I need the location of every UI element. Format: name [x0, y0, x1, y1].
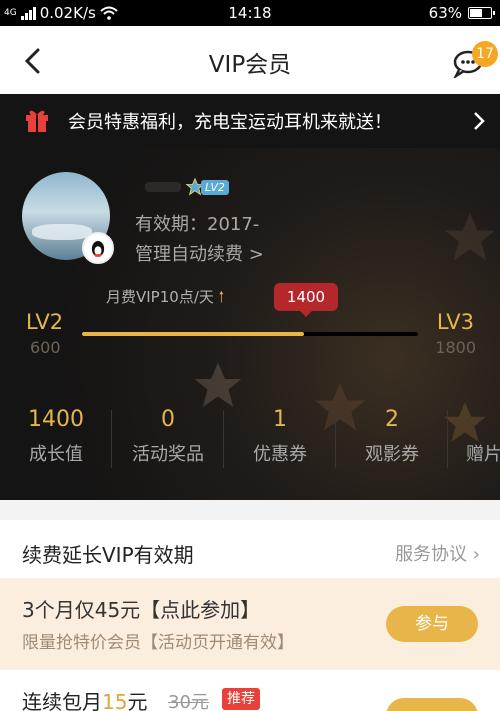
stat-label: 赠片	[466, 444, 500, 465]
special-offer[interactable]: 3个月仅45元【点此参加】 限量抢特价会员【活动页开通有效】 参与	[0, 578, 500, 670]
current-points-bubble: 1400	[274, 283, 338, 317]
stat-value: 2	[385, 407, 399, 432]
offer-subtitle: 限量抢特价会员【活动页开通有效】	[22, 633, 294, 653]
renew-section-header: 续费延长VIP有效期 服务协议 ›	[0, 520, 500, 578]
stat-gift-films[interactable]: 赠片	[448, 406, 500, 470]
status-right: 63%	[428, 4, 495, 22]
level-progress-bar	[82, 332, 418, 336]
monthly-plan-prefix: 连续包月	[22, 690, 102, 711]
stat-value: 1	[273, 407, 287, 432]
monthly-plan[interactable]: 连续包月15元 30元 推荐	[0, 670, 500, 711]
chevron-right-icon	[474, 112, 485, 130]
renew-title: 续费延长VIP有效期	[22, 543, 194, 567]
level-badge-label: LV2	[201, 179, 229, 195]
validity-text: 有效期：2017-	[135, 214, 260, 235]
monthly-plan-button[interactable]	[386, 698, 478, 711]
service-agreement-link[interactable]: 服务协议 ›	[395, 540, 480, 566]
stats-row: 1400 成长值 0 活动奖品 1 优惠券 2 观影券 赠片	[0, 406, 500, 470]
stat-label: 成长值	[29, 444, 83, 465]
nav-bar: VIP会员 17	[0, 26, 500, 94]
level-progress-fill	[82, 332, 304, 336]
level-badge: LV2	[185, 176, 229, 198]
vip-hero: LV2 有效期：2017- 管理自动续费 > 月费VIP10点/天 🠑 1400…	[0, 148, 500, 500]
stat-label: 活动奖品	[132, 444, 204, 465]
stat-label: 观影券	[365, 444, 419, 465]
stat-value: 0	[161, 407, 175, 432]
status-time: 14:18	[228, 4, 272, 22]
stat-coupons[interactable]: 1 优惠券	[224, 406, 336, 470]
stat-growth[interactable]: 1400 成长值	[0, 406, 112, 470]
page-title: VIP会员	[208, 52, 292, 78]
battery-icon	[468, 7, 495, 19]
stat-value	[466, 406, 500, 434]
next-level: LV3	[436, 310, 474, 334]
promo-text: 会员特惠福利，充电宝运动耳机来就送！	[68, 112, 392, 133]
stat-value: 1400	[28, 407, 84, 432]
current-level-points: 600	[30, 338, 61, 357]
monthly-rate: 月费VIP10点/天 🠑	[106, 286, 224, 312]
decorative-star-icon	[445, 213, 495, 261]
monthly-plan-unit: 元	[127, 690, 148, 711]
user-name-blurred	[145, 182, 181, 192]
message-count-badge: 17	[472, 41, 498, 67]
stat-label: 优惠券	[253, 444, 307, 465]
offer-title: 3个月仅45元【点此参加】	[22, 598, 261, 622]
monthly-plan-original-price: 30元	[168, 692, 209, 711]
auto-renew-link[interactable]: 管理自动续费 >	[135, 240, 264, 266]
up-arrow-icon: 🠑	[218, 288, 225, 306]
stat-movie-tickets[interactable]: 2 观影券	[336, 406, 448, 470]
recommend-badge: 推荐	[222, 688, 260, 710]
gift-icon	[26, 110, 48, 132]
battery-percent: 63%	[428, 4, 462, 22]
join-button[interactable]: 参与	[386, 606, 478, 642]
qq-penguin-icon	[82, 232, 114, 264]
status-bar: 4G 0.02K/s 14:18 63%	[0, 0, 500, 26]
monthly-rate-label: 月费VIP10点/天	[106, 288, 214, 306]
promo-banner[interactable]: 会员特惠福利，充电宝运动耳机来就送！	[0, 94, 500, 148]
monthly-plan-title: 连续包月15元	[22, 686, 147, 711]
current-level: LV2	[26, 310, 64, 334]
monthly-plan-price: 15	[102, 690, 128, 711]
stat-prizes[interactable]: 0 活动奖品	[112, 406, 224, 470]
chevron-right-icon: ›	[472, 544, 480, 565]
next-level-points: 1800	[435, 338, 476, 357]
service-agreement-label: 服务协议	[395, 544, 468, 565]
